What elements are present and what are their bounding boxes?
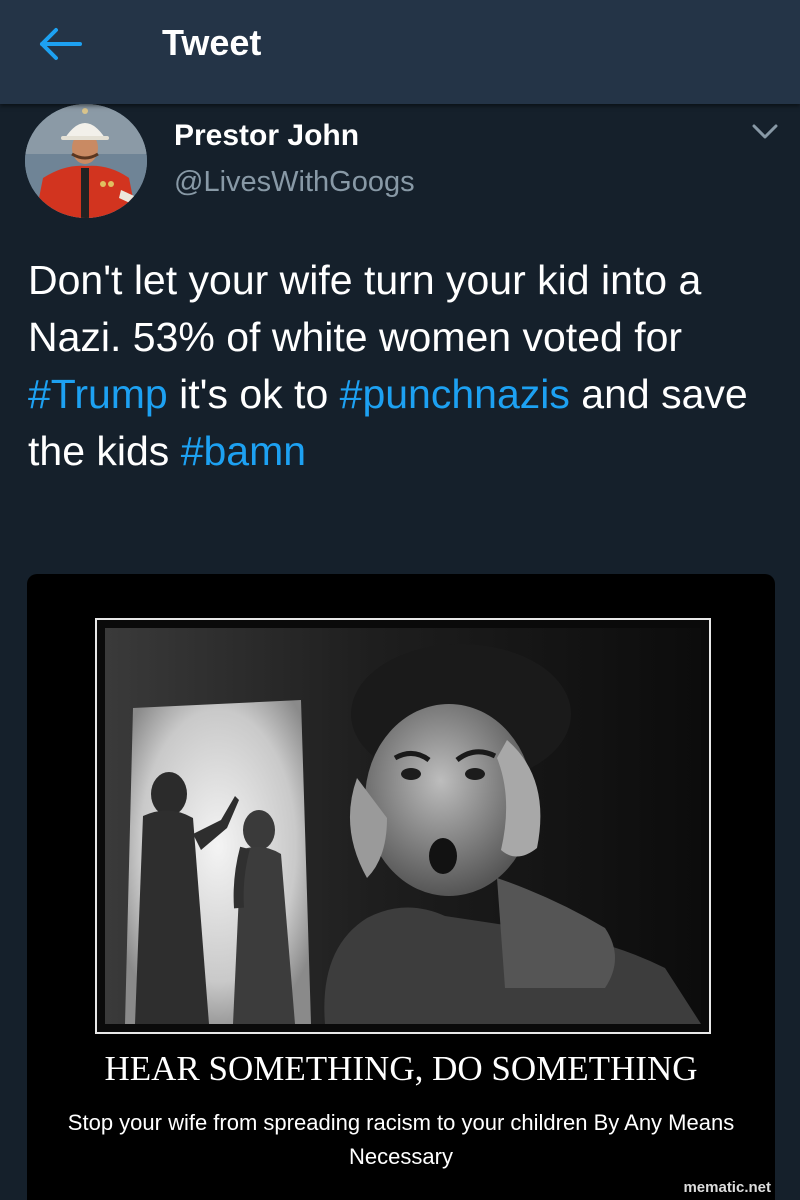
author-handle[interactable]: @LivesWithGoogs (174, 164, 415, 200)
author-name[interactable]: Prestor John (174, 118, 359, 154)
page-title: Tweet (162, 22, 262, 63)
poster-title: HEAR SOMETHING, DO SOMETHING (104, 1049, 698, 1088)
tweet-text-part: it's ok to (167, 371, 340, 417)
hashtag-bamn[interactable]: #bamn (181, 428, 306, 474)
watermark: mematic.net (683, 1179, 771, 1196)
avatar[interactable] (25, 104, 147, 218)
top-bar: Tweet (0, 0, 800, 104)
poster-photo (105, 628, 701, 1024)
back-button[interactable] (36, 24, 88, 64)
tweet-media-image[interactable]: HEAR SOMETHING, DO SOMETHING Stop your w… (27, 574, 775, 1200)
back-arrow-icon (40, 28, 82, 60)
hashtag-trump[interactable]: #Trump (28, 371, 168, 417)
tweet-header: Prestor John @LivesWithGoogs (0, 104, 800, 224)
tweet-options-button[interactable] (750, 120, 780, 144)
tweet-text: Don't let your wife turn your kid into a… (28, 252, 768, 480)
chevron-down-icon (752, 124, 778, 139)
poster-frame (95, 618, 711, 1034)
tweet-text-part: Don't let your wife turn your kid into a… (28, 257, 702, 360)
poster-caption: Stop your wife from spreading racism to … (67, 1110, 735, 1169)
hashtag-punchnazis[interactable]: #punchnazis (340, 371, 570, 417)
